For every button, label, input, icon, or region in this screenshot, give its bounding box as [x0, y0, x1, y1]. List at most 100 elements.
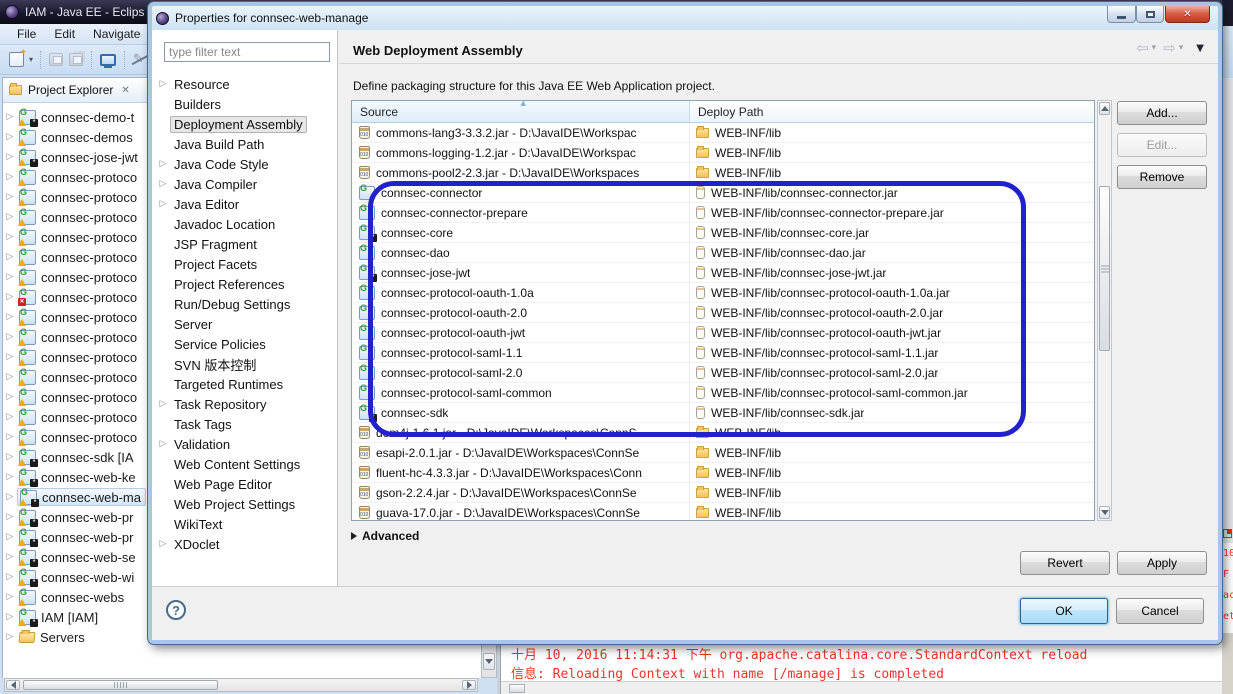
- twisty-icon[interactable]: ▷: [3, 512, 17, 522]
- twisty-icon[interactable]: ▷: [3, 572, 17, 582]
- assembly-row-connsec-protocol-oauth-2-0[interactable]: connsec-protocol-oauth-2.0WEB-INF/lib/co…: [352, 303, 1094, 323]
- nav-item-task-repository[interactable]: ▷Task Repository: [156, 394, 336, 414]
- twisty-icon[interactable]: ▷: [3, 372, 17, 382]
- twisty-icon[interactable]: ▷: [3, 392, 17, 402]
- close-button[interactable]: ✕: [1165, 6, 1210, 23]
- nav-item-wikitext[interactable]: WikiText: [156, 514, 336, 534]
- help-button[interactable]: ?: [166, 600, 186, 620]
- assembly-row-connsec-protocol-oauth-jwt[interactable]: connsec-protocol-oauth-jwtWEB-INF/lib/co…: [352, 323, 1094, 343]
- nav-item-jsp-fragment[interactable]: JSP Fragment: [156, 234, 336, 254]
- twisty-icon[interactable]: ▷: [3, 492, 17, 502]
- table-vertical-scrollbar[interactable]: [1097, 100, 1112, 521]
- minimize-button[interactable]: [1107, 6, 1136, 23]
- twisty-icon[interactable]: ▷: [3, 152, 17, 162]
- pen-slash-icon[interactable]: ✎: [133, 53, 144, 66]
- new-dropdown-icon[interactable]: ▾: [29, 55, 33, 64]
- nav-item-targeted-runtimes[interactable]: Targeted Runtimes: [156, 374, 336, 394]
- assembly-row-connsec-connector[interactable]: connsec-connectorWEB-INF/lib/connsec-con…: [352, 183, 1094, 203]
- new-wizard-icon[interactable]: [9, 52, 24, 67]
- twisty-icon[interactable]: ▷: [3, 252, 17, 262]
- menu-file[interactable]: File: [8, 25, 45, 43]
- nav-item-run-debug-settings[interactable]: Run/Debug Settings: [156, 294, 336, 314]
- twisty-icon[interactable]: ▷: [3, 552, 17, 562]
- scrollbar-thumb[interactable]: [1099, 186, 1110, 351]
- forward-dropdown-icon[interactable]: ▾: [1179, 43, 1184, 53]
- assembly-row-connsec-core[interactable]: *connsec-coreWEB-INF/lib/connsec-core.ja…: [352, 223, 1094, 243]
- scroll-down-button[interactable]: [483, 653, 495, 670]
- twisty-icon[interactable]: ▷: [156, 159, 170, 169]
- twisty-icon[interactable]: ▷: [3, 412, 17, 422]
- remove-button[interactable]: Remove: [1117, 165, 1207, 189]
- assembly-row-connsec-protocol-saml-1-1[interactable]: connsec-protocol-saml-1.1WEB-INF/lib/con…: [352, 343, 1094, 363]
- nav-item-web-page-editor[interactable]: Web Page Editor: [156, 474, 336, 494]
- nav-item-server[interactable]: Server: [156, 314, 336, 334]
- assembly-row-connsec-dao[interactable]: connsec-daoWEB-INF/lib/connsec-dao.jar: [352, 243, 1094, 263]
- nav-item-project-facets[interactable]: Project Facets: [156, 254, 336, 274]
- apply-button[interactable]: Apply: [1117, 551, 1207, 575]
- twisty-icon[interactable]: ▷: [3, 112, 17, 122]
- twisty-icon[interactable]: ▷: [3, 132, 17, 142]
- nav-item-resource[interactable]: ▷Resource: [156, 74, 336, 94]
- scroll-up-button[interactable]: [1099, 102, 1110, 115]
- twisty-icon[interactable]: ▷: [156, 439, 170, 449]
- nav-item-validation[interactable]: ▷Validation: [156, 434, 336, 454]
- revert-button[interactable]: Revert: [1020, 551, 1110, 575]
- scroll-right-button[interactable]: [462, 680, 476, 690]
- nav-item-java-editor[interactable]: ▷Java Editor: [156, 194, 336, 214]
- twisty-icon[interactable]: ▷: [3, 632, 17, 642]
- advanced-section-toggle[interactable]: Advanced: [351, 529, 419, 543]
- twisty-icon[interactable]: ▷: [3, 272, 17, 282]
- assembly-row-connsec-jose-jwt[interactable]: *connsec-jose-jwtWEB-INF/lib/connsec-jos…: [352, 263, 1094, 283]
- twisty-icon[interactable]: ▷: [3, 192, 17, 202]
- twisty-icon[interactable]: ▷: [156, 539, 170, 549]
- twisty-icon[interactable]: ▷: [156, 79, 170, 89]
- save-icon[interactable]: [49, 53, 63, 66]
- assembly-row-esapi-2-0-1-jar[interactable]: esapi-2.0.1.jar - D:\JavaIDE\Workspaces\…: [352, 443, 1094, 463]
- assembly-row-guava-17-0-jar[interactable]: guava-17.0.jar - D:\JavaIDE\Workspaces\C…: [352, 503, 1094, 521]
- explorer-horizontal-scrollbar[interactable]: [4, 678, 478, 692]
- close-tab-icon[interactable]: ✕: [121, 85, 129, 96]
- assembly-row-connsec-connector-prepare[interactable]: connsec-connector-prepareWEB-INF/lib/con…: [352, 203, 1094, 223]
- save-all-icon[interactable]: [69, 53, 83, 66]
- nav-item-deployment-assembly[interactable]: Deployment Assembly: [156, 114, 336, 134]
- column-header-deploy-path[interactable]: Deploy Path: [690, 101, 1094, 122]
- console-icon[interactable]: [100, 54, 116, 66]
- twisty-icon[interactable]: ▷: [3, 292, 17, 302]
- nav-item-svn[interactable]: SVN 版本控制: [156, 354, 336, 374]
- menu-navigate[interactable]: Navigate: [84, 25, 149, 43]
- twisty-icon[interactable]: ▷: [3, 532, 17, 542]
- nav-item-xdoclet[interactable]: ▷XDoclet: [156, 534, 336, 554]
- twisty-icon[interactable]: ▷: [3, 592, 17, 602]
- twisty-icon[interactable]: ▷: [3, 212, 17, 222]
- twisty-icon[interactable]: ▷: [3, 612, 17, 622]
- add-button[interactable]: Add...: [1117, 101, 1207, 125]
- nav-item-task-tags[interactable]: Task Tags: [156, 414, 336, 434]
- twisty-icon[interactable]: ▷: [3, 472, 17, 482]
- back-dropdown-icon[interactable]: ▾: [1152, 43, 1157, 53]
- ok-button[interactable]: OK: [1020, 598, 1108, 624]
- assembly-row-connsec-protocol-saml-common[interactable]: connsec-protocol-saml-commonWEB-INF/lib/…: [352, 383, 1094, 403]
- console-horizontal-scrollbar[interactable]: [501, 681, 1222, 694]
- nav-item-service-policies[interactable]: Service Policies: [156, 334, 336, 354]
- twisty-icon[interactable]: ▷: [156, 399, 170, 409]
- edit-button[interactable]: Edit...: [1117, 133, 1207, 157]
- scrollbar-thumb[interactable]: [509, 684, 525, 693]
- scroll-left-button[interactable]: [6, 680, 20, 690]
- nav-item-builders[interactable]: Builders: [156, 94, 336, 114]
- column-header-source[interactable]: ▲ Source: [352, 101, 690, 122]
- assembly-row-fluent-hc-4-3-3-jar[interactable]: fluent-hc-4.3.3.jar - D:\JavaIDE\Workspa…: [352, 463, 1094, 483]
- view-menu-icon[interactable]: ▼: [1196, 43, 1204, 54]
- assembly-row-connsec-protocol-saml-2-0[interactable]: connsec-protocol-saml-2.0WEB-INF/lib/con…: [352, 363, 1094, 383]
- menu-edit[interactable]: Edit: [45, 25, 84, 43]
- twisty-icon[interactable]: ▷: [3, 432, 17, 442]
- forward-icon[interactable]: ⇨: [1163, 39, 1176, 57]
- nav-item-javadoc-location[interactable]: Javadoc Location: [156, 214, 336, 234]
- twisty-icon[interactable]: ▷: [156, 199, 170, 209]
- twisty-icon[interactable]: ▷: [3, 352, 17, 362]
- filter-input[interactable]: [164, 42, 330, 62]
- twisty-icon[interactable]: ▷: [3, 232, 17, 242]
- nav-item-java-code-style[interactable]: ▷Java Code Style: [156, 154, 336, 174]
- nav-item-project-references[interactable]: Project References: [156, 274, 336, 294]
- scroll-down-button[interactable]: [1099, 506, 1110, 519]
- twisty-icon[interactable]: ▷: [3, 452, 17, 462]
